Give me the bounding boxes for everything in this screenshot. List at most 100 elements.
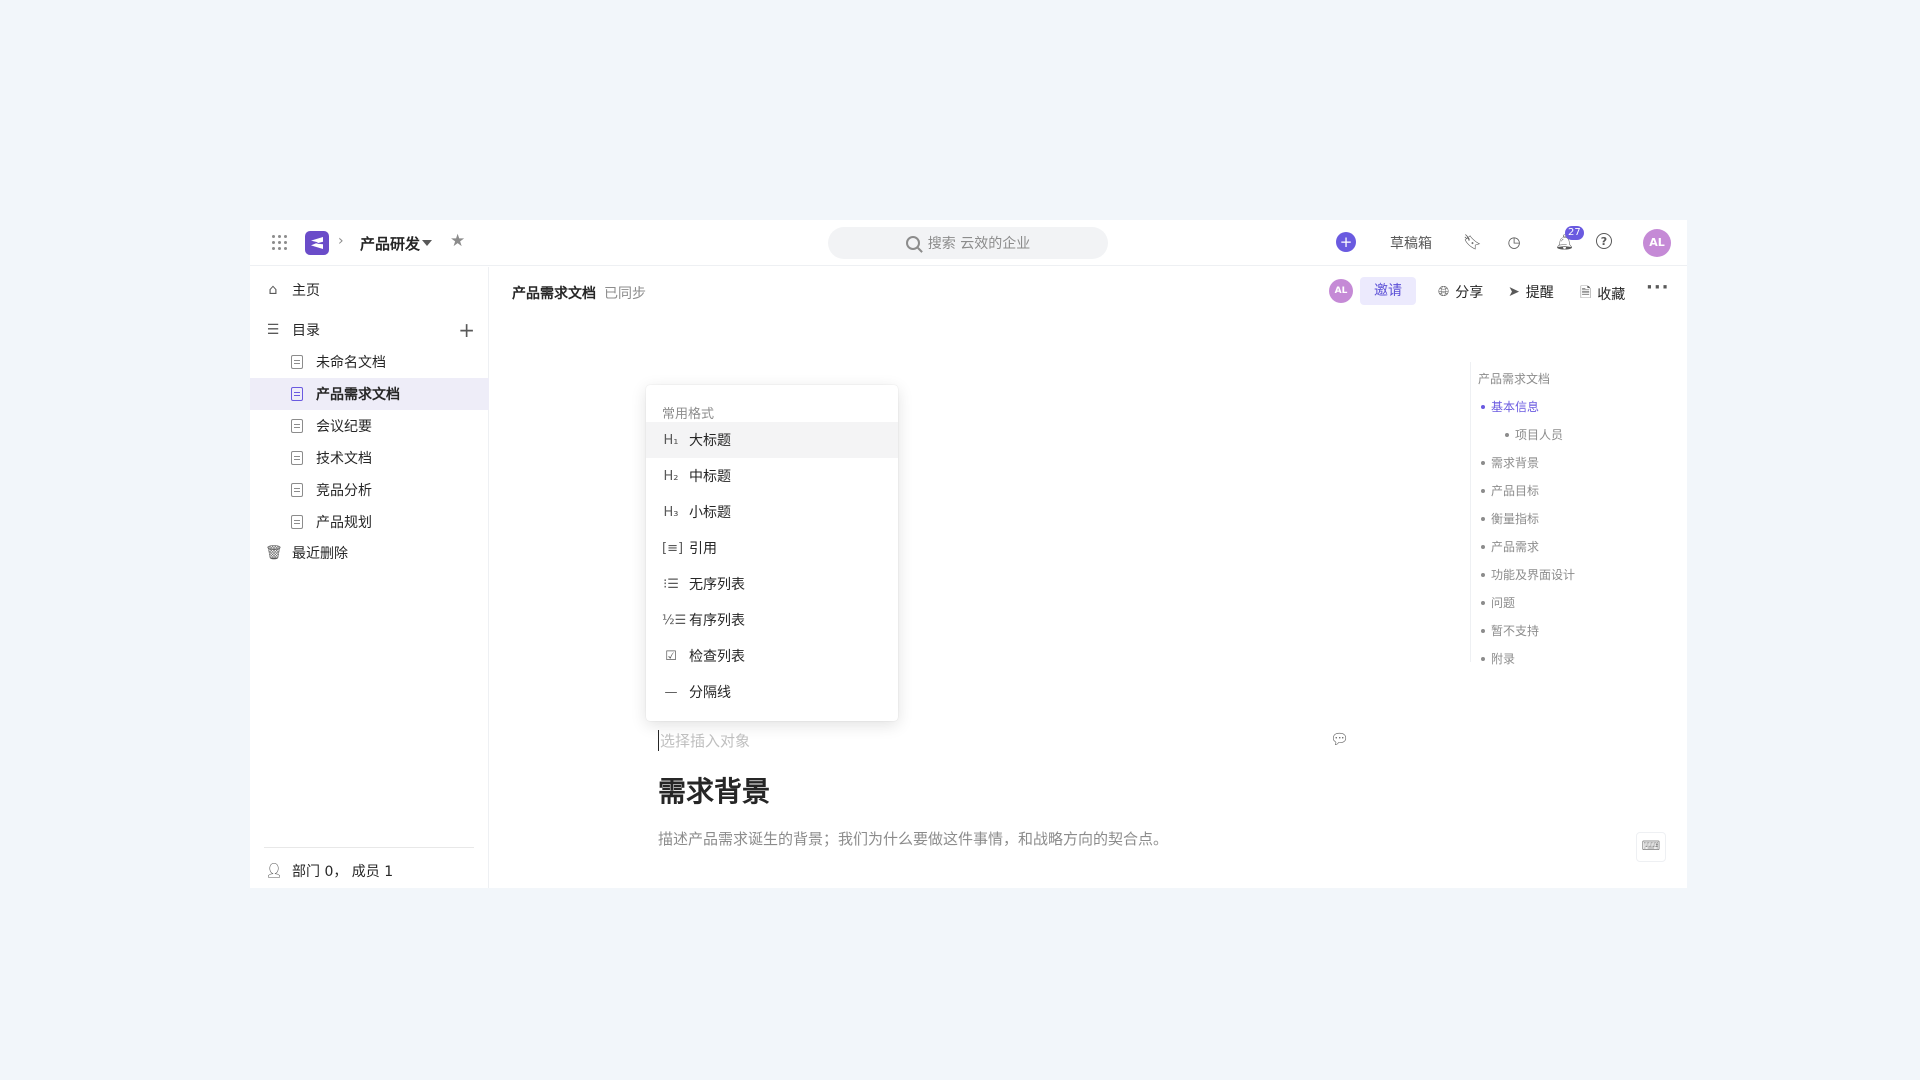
keyboard-icon[interactable]: ⌨ xyxy=(1636,832,1666,862)
sidebar-doc-label: 未命名文档 xyxy=(316,355,386,371)
menu-item-label: 大标题 xyxy=(689,433,731,449)
space-name[interactable]: 产品研发 xyxy=(360,233,420,254)
sidebar-doc-item[interactable]: 会议纪要 xyxy=(250,410,489,442)
outline-item[interactable]: 功能及界面设计 xyxy=(1481,566,1575,583)
home-icon: ⌂ xyxy=(268,282,278,298)
menu-item-h2[interactable]: H₂ 中标题 xyxy=(646,458,898,494)
sidebar-item-label: 目录 xyxy=(292,323,320,339)
bullet-icon xyxy=(1481,656,1485,661)
bookmark-icon[interactable]: 🔖︎ xyxy=(1463,233,1482,251)
drafts-button[interactable]: 草稿箱 xyxy=(1390,233,1432,253)
star-icon[interactable]: ★ xyxy=(450,231,465,251)
bullet-icon xyxy=(1481,404,1485,409)
menu-item-check-list[interactable]: ☑ 检查列表 xyxy=(646,638,898,674)
outline-item[interactable]: 基本信息 xyxy=(1481,398,1539,415)
ordered-list-icon: ½☰ xyxy=(662,612,687,628)
doc-title: 产品需求文档 xyxy=(512,286,596,302)
quote-icon: [≡] xyxy=(662,540,684,556)
trash-icon: 🗑︎ xyxy=(265,545,283,561)
list-icon: ☰ xyxy=(266,322,280,338)
share-button[interactable]: 🌐︎ 分享 xyxy=(1438,282,1483,302)
outline-item[interactable]: 问题 xyxy=(1481,594,1515,611)
bullet-icon xyxy=(1505,432,1509,437)
bookmark-icon: 🗎 xyxy=(1580,285,1592,301)
add-doc-button[interactable]: + xyxy=(458,320,475,340)
menu-item-divider[interactable]: — 分隔线 xyxy=(646,674,898,710)
sidebar-doc-item[interactable]: 技术文档 xyxy=(250,442,489,474)
menu-item-h1[interactable]: H₁ 大标题 xyxy=(646,422,898,458)
sidebar-doc-item[interactable]: 产品规划 xyxy=(250,506,489,538)
menu-item-label: 引用 xyxy=(689,541,717,557)
globe-icon: 🌐︎ xyxy=(1438,284,1450,300)
menu-item-h3[interactable]: H₃ 小标题 xyxy=(646,494,898,530)
help-icon[interactable]: ? xyxy=(1596,233,1612,249)
outline-item[interactable]: 衡量指标 xyxy=(1481,510,1539,527)
sidebar-doc-label: 技术文档 xyxy=(316,451,372,467)
divider-icon: — xyxy=(664,684,678,700)
outline-item[interactable]: 项目人员 xyxy=(1505,426,1563,443)
invite-button[interactable]: 邀请 xyxy=(1360,277,1416,305)
heading-3-icon: H₃ xyxy=(663,504,679,520)
bullet-icon xyxy=(1481,544,1485,549)
clock-icon[interactable]: ◷ xyxy=(1505,233,1523,251)
create-button[interactable]: + xyxy=(1336,232,1356,252)
document-outline: 产品需求文档 基本信息 项目人员 需求背景 产品目标 衡量指标 产品需求 功能及… xyxy=(1470,362,1670,666)
app-logo-icon[interactable] xyxy=(305,231,329,255)
outline-item[interactable]: 产品目标 xyxy=(1481,482,1539,499)
chevron-down-icon[interactable] xyxy=(422,240,432,246)
remind-button[interactable]: ➤ 提醒 xyxy=(1508,282,1554,302)
favorite-label: 收藏 xyxy=(1597,287,1626,303)
menu-item-ordered-list[interactable]: ½☰ 有序列表 xyxy=(646,602,898,638)
sidebar-item-trash[interactable]: 🗑︎ 最近删除 xyxy=(250,537,489,569)
format-menu: 常用格式 H₁ 大标题 H₂ 中标题 H₃ 小标题 [≡] 引用 ⁝☰ 无序列表… xyxy=(646,385,898,721)
favorite-button[interactable]: 🗎 收藏 xyxy=(1580,282,1625,306)
more-icon[interactable]: ··· xyxy=(1646,277,1670,298)
menu-item-quote[interactable]: [≡] 引用 xyxy=(646,530,898,566)
sidebar-doc-label: 产品规划 xyxy=(316,515,372,531)
outline-item[interactable]: 需求背景 xyxy=(1481,454,1539,471)
collaborator-avatar[interactable]: AL xyxy=(1329,279,1353,303)
search-icon xyxy=(905,236,920,250)
insert-object-input[interactable]: 选择插入对象 xyxy=(658,730,750,751)
sync-status: 已同步 xyxy=(604,286,646,302)
outline-item[interactable]: 产品需求 xyxy=(1481,538,1539,555)
user-icon: 👤︎ xyxy=(265,863,283,879)
menu-item-label: 小标题 xyxy=(689,505,731,521)
outline-item-label: 衡量指标 xyxy=(1491,512,1540,526)
sidebar: ⌂ 主页 ☰ 目录 + 未命名文档 产品需求文档 会议纪要 技术文档 竞品分析 xyxy=(250,267,489,888)
sidebar-item-label: 主页 xyxy=(292,283,320,299)
heading-2-icon: H₂ xyxy=(663,468,679,484)
sidebar-item-catalog[interactable]: ☰ 目录 + xyxy=(250,314,489,346)
outline-item[interactable]: 暂不支持 xyxy=(1481,622,1539,639)
outline-title[interactable]: 产品需求文档 xyxy=(1478,370,1550,387)
apps-grid-icon[interactable] xyxy=(272,235,288,251)
app-window: › 产品研发 ★ 搜索 云效的企业 + 草稿箱 🔖︎ ◷ 🔔︎ 27 ? AL … xyxy=(250,220,1687,888)
document-icon xyxy=(291,515,303,529)
document-icon xyxy=(291,387,303,401)
outline-item-label: 需求背景 xyxy=(1491,456,1540,470)
sidebar-divider xyxy=(264,847,474,848)
user-avatar[interactable]: AL xyxy=(1643,229,1671,257)
section-heading[interactable]: 需求背景 xyxy=(658,770,770,810)
sidebar-doc-item-active[interactable]: 产品需求文档 xyxy=(250,378,489,410)
document-icon xyxy=(291,355,303,369)
search-input[interactable]: 搜索 云效的企业 xyxy=(828,227,1108,259)
members-label: 部门 0， 成员 1 xyxy=(292,864,394,880)
bullet-icon xyxy=(1481,460,1485,465)
comment-add-icon[interactable]: 💬︎ xyxy=(1330,730,1349,748)
outline-item[interactable]: 附录 xyxy=(1481,650,1515,667)
sidebar-doc-item[interactable]: 竞品分析 xyxy=(250,474,489,506)
menu-title: 常用格式 xyxy=(662,407,715,422)
outline-item-label: 暂不支持 xyxy=(1491,624,1540,638)
members-info[interactable]: 👤︎ 部门 0， 成员 1 xyxy=(250,859,489,883)
bullet-icon xyxy=(1481,628,1485,633)
sidebar-item-label: 最近删除 xyxy=(292,546,348,562)
sidebar-doc-item[interactable]: 未命名文档 xyxy=(250,346,489,378)
menu-item-label: 中标题 xyxy=(689,469,731,485)
sidebar-item-home[interactable]: ⌂ 主页 xyxy=(250,274,489,306)
bullet-icon xyxy=(1481,572,1485,577)
menu-item-bullet-list[interactable]: ⁝☰ 无序列表 xyxy=(646,566,898,602)
section-description[interactable]: 描述产品需求诞生的背景；我们为什么要做这件事情，和战略方向的契合点。 xyxy=(658,828,1168,849)
sidebar-doc-label: 产品需求文档 xyxy=(316,387,400,403)
bullet-icon xyxy=(1481,516,1485,521)
